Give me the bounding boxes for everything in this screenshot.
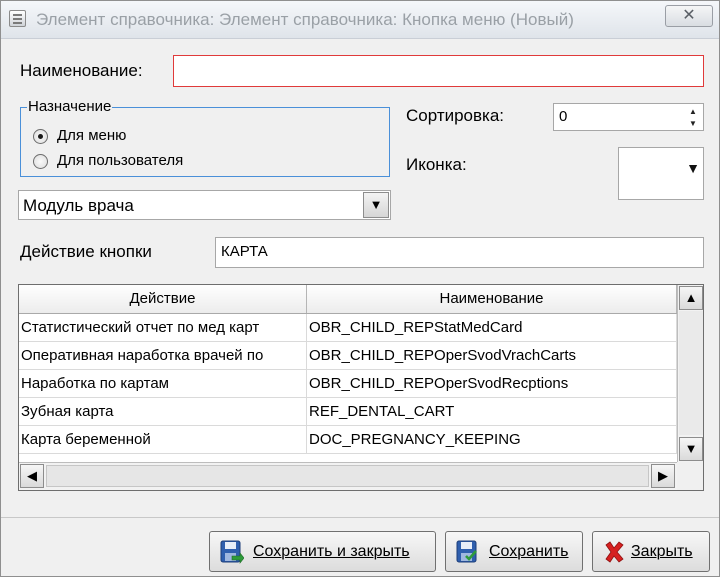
table-cell: Оперативная наработка врачей по [19, 342, 307, 369]
app-icon [9, 10, 26, 27]
name-input[interactable] [173, 55, 704, 87]
actions-grid[interactable]: Действие Наименование Статистический отч… [18, 284, 704, 491]
grid-header: Действие Наименование [19, 285, 677, 314]
footer-divider [1, 517, 719, 518]
close-label: Закрыть [631, 543, 693, 560]
save-icon [456, 540, 477, 563]
dialog-window: Элемент справочника: Элемент справочника… [0, 0, 720, 577]
action-label: Действие кнопки [20, 242, 152, 261]
table-row[interactable]: Статистический отчет по мед карт OBR_CHI… [19, 314, 677, 342]
scroll-up-icon[interactable]: ▲ [679, 286, 703, 310]
close-button[interactable]: Закрыть [592, 531, 710, 572]
table-cell: OBR_CHILD_REPOperSvodVrachCarts [307, 342, 677, 369]
table-cell: Карта беременной [19, 426, 307, 453]
title-bar[interactable]: Элемент справочника: Элемент справочника… [1, 1, 719, 39]
window-title: Элемент справочника: Элемент справочника… [36, 10, 574, 29]
scroll-right-icon[interactable]: ▶ [651, 464, 675, 488]
table-cell: OBR_CHILD_REPStatMedCard [307, 314, 677, 341]
sort-label: Сортировка: [406, 106, 505, 125]
vertical-scroll-track[interactable] [679, 311, 703, 435]
spin-down-icon[interactable]: ▼ [685, 118, 701, 129]
table-cell: DOC_PREGNANCY_KEEPING [307, 426, 677, 453]
save-label: Сохранить [489, 543, 569, 560]
icon-picker[interactable]: ▼ [618, 147, 704, 200]
vertical-scrollbar[interactable]: ▲ ▼ [677, 285, 703, 462]
sort-spinbox[interactable]: 0 ▲ ▼ [553, 103, 704, 131]
red-x-icon [605, 541, 624, 563]
table-row[interactable]: Карта беременной DOC_PREGNANCY_KEEPING [19, 426, 677, 454]
horizontal-scroll-thumb[interactable] [46, 465, 649, 487]
name-label: Наименование: [20, 61, 143, 80]
table-row[interactable]: Наработка по картам OBR_CHILD_REPOperSvo… [19, 370, 677, 398]
scroll-down-icon[interactable]: ▼ [679, 437, 703, 461]
radio-for-menu-label[interactable]: Для меню [57, 127, 126, 144]
module-select[interactable]: Модуль врача ▼ [18, 190, 391, 220]
save-close-icon [220, 540, 244, 564]
table-row[interactable]: Зубная карта REF_DENTAL_CART [19, 398, 677, 426]
horizontal-scrollbar[interactable]: ◀ ▶ [19, 462, 677, 490]
scrollbar-corner [677, 462, 703, 490]
table-cell: OBR_CHILD_REPOperSvodRecptions [307, 370, 677, 397]
radio-for-user-label[interactable]: Для пользователя [57, 152, 183, 169]
sort-value: 0 [559, 108, 568, 125]
action-input-value: КАРТА [221, 243, 268, 260]
scroll-left-icon[interactable]: ◀ [20, 464, 44, 488]
icon-label: Иконка: [406, 155, 467, 174]
window-close-button[interactable]: ✕ [665, 5, 713, 27]
table-cell: Наработка по картам [19, 370, 307, 397]
action-input[interactable]: КАРТА [215, 237, 704, 268]
save-button[interactable]: Сохранить [445, 531, 583, 572]
chevron-down-icon[interactable]: ▼ [686, 160, 700, 176]
table-row[interactable]: Оперативная наработка врачей по OBR_CHIL… [19, 342, 677, 370]
column-header-name[interactable]: Наименование [307, 285, 677, 313]
module-dropdown-button[interactable]: ▼ [363, 192, 389, 218]
table-cell: Статистический отчет по мед карт [19, 314, 307, 341]
table-cell: Зубная карта [19, 398, 307, 425]
spin-up-icon[interactable]: ▲ [685, 106, 701, 117]
radio-for-user[interactable] [33, 154, 48, 169]
table-cell: REF_DENTAL_CART [307, 398, 677, 425]
column-header-action[interactable]: Действие [19, 285, 307, 313]
module-select-value: Модуль врача [23, 196, 134, 215]
save-and-close-label: Сохранить и закрыть [253, 543, 410, 560]
purpose-group-legend: Назначение [27, 98, 113, 115]
save-and-close-button[interactable]: Сохранить и закрыть [209, 531, 436, 572]
radio-for-menu[interactable] [33, 129, 48, 144]
